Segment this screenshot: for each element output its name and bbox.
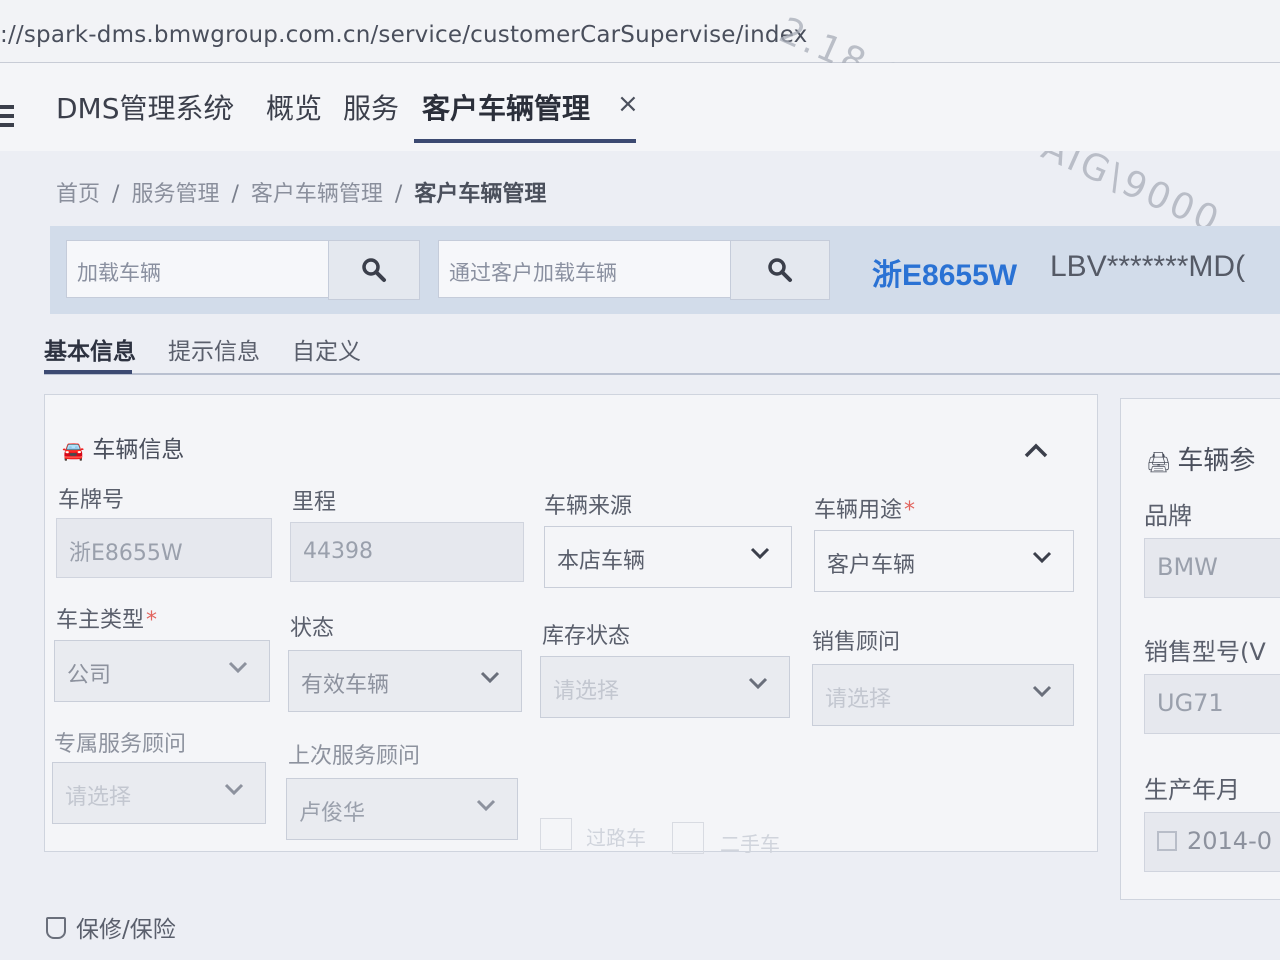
chevron-down-icon: [1032, 551, 1052, 564]
nav-service[interactable]: 服务: [343, 87, 399, 127]
usage-label: 车辆用途*: [814, 492, 915, 524]
shield-icon: [46, 917, 66, 939]
model-label: 销售型号(V: [1144, 638, 1266, 666]
breadcrumb-current: 客户车辆管理: [414, 182, 547, 207]
breadcrumb-service[interactable]: 服务管理: [131, 182, 219, 207]
source-select[interactable]: 本店车辆: [544, 526, 792, 588]
current-plate-link[interactable]: 浙E8655W: [872, 250, 1017, 294]
required-mark: *: [904, 498, 916, 523]
owner-type-value: 公司: [67, 663, 112, 688]
plate-field: 浙E8655W: [56, 518, 272, 578]
car-icon: 🖨: [1146, 450, 1172, 474]
sales-advisor-label: 销售顾问: [812, 630, 901, 655]
browser-address-bar[interactable]: ://spark-dms.bmwgroup.com.cn/service/cus…: [0, 0, 1280, 63]
tab-divider: [44, 373, 1280, 375]
customer-search-placeholder: 通过客户加载车辆: [449, 261, 617, 285]
owner-type-select[interactable]: 公司: [54, 640, 270, 702]
breadcrumb-home[interactable]: 首页: [56, 182, 100, 207]
breadcrumb: 首页 / 服务管理 / 客户车辆管理 / 客户车辆管理: [56, 182, 547, 207]
last-advisor-select[interactable]: 卢俊华: [286, 778, 518, 840]
vehicle-search-input[interactable]: 加载车辆: [66, 240, 330, 298]
date-label: 生产年月: [1144, 776, 1240, 804]
required-mark: *: [146, 608, 158, 633]
model-value: UG71: [1157, 689, 1224, 717]
chevron-up-icon[interactable]: [1022, 440, 1050, 460]
tab-tips-info[interactable]: 提示信息: [168, 332, 260, 366]
chevron-down-icon: [224, 783, 244, 796]
top-navigation: DMS管理系统 › 概览 服务 客户车辆管理 ×: [0, 63, 1280, 151]
date-value: 2014-0: [1187, 827, 1273, 855]
model-field: UG71: [1144, 674, 1280, 734]
brand-label: 品牌: [1144, 502, 1192, 530]
chevron-down-icon: [228, 661, 248, 674]
menu-icon[interactable]: [0, 105, 14, 132]
chevron-down-icon: [476, 799, 496, 812]
exclusive-advisor-placeholder: 请选择: [65, 785, 132, 810]
vehicle-params-title-text: 车辆参: [1177, 446, 1256, 476]
stock-label: 库存状态: [542, 624, 631, 649]
vehicle-search-placeholder: 加载车辆: [77, 261, 161, 285]
usage-select[interactable]: 客户车辆: [814, 530, 1074, 592]
url-text[interactable]: ://spark-dms.bmwgroup.com.cn/service/cus…: [0, 22, 807, 48]
plate-label: 车牌号: [58, 488, 125, 513]
status-value: 有效车辆: [301, 673, 390, 698]
owner-type-label: 车主类型*: [56, 602, 157, 634]
brand-field: BMW: [1144, 538, 1280, 598]
chevron-down-icon: [748, 677, 768, 690]
last-advisor-value: 卢俊华: [299, 801, 366, 826]
transit-label: 过路车: [586, 826, 646, 850]
date-field[interactable]: 2014-0: [1144, 812, 1280, 872]
mileage-field: 44398: [290, 522, 524, 582]
nav-system[interactable]: DMS管理系统: [56, 87, 232, 127]
transit-checkbox[interactable]: [540, 818, 572, 850]
source-value: 本店车辆: [557, 549, 646, 574]
vehicle-search-button[interactable]: [328, 240, 420, 300]
last-advisor-label: 上次服务顾问: [288, 744, 421, 769]
sales-advisor-placeholder: 请选择: [825, 687, 892, 712]
source-label: 车辆来源: [544, 494, 633, 519]
usage-value: 客户车辆: [827, 553, 916, 578]
plate-value: 浙E8655W: [69, 541, 183, 566]
tab-basic-info[interactable]: 基本信息: [44, 332, 136, 366]
status-select[interactable]: 有效车辆: [288, 650, 522, 712]
calendar-icon: [1157, 831, 1177, 851]
close-icon[interactable]: ×: [617, 89, 639, 119]
stock-placeholder: 请选择: [553, 679, 620, 704]
vehicle-info-title-text: 车辆信息: [92, 437, 185, 463]
stock-select[interactable]: 请选择: [540, 656, 790, 718]
active-tab-underline: [44, 370, 132, 374]
warranty-section-title[interactable]: 保修/保险: [46, 910, 176, 944]
chevron-down-icon: [1032, 685, 1052, 698]
mileage-value: 44398: [303, 539, 373, 564]
search-band: 加载车辆 通过客户加载车辆 浙E8655W LBV*******MD(: [50, 226, 1280, 314]
chevron-right-icon: ›: [226, 93, 235, 118]
nav-overview[interactable]: 概览: [266, 87, 322, 127]
second-label: 二手车: [720, 832, 780, 856]
car-icon: 🚘: [62, 441, 85, 462]
exclusive-advisor-label: 专属服务顾问: [54, 732, 187, 757]
vehicle-info-title: 🚘 车辆信息: [62, 430, 184, 464]
warranty-title-text: 保修/保险: [76, 917, 176, 943]
tab-customer-vehicle[interactable]: 客户车辆管理: [422, 87, 590, 127]
current-vin: LBV*******MD(: [1050, 250, 1246, 283]
usage-label-text: 车辆用途: [814, 498, 903, 523]
brand-value: BMW: [1157, 553, 1218, 581]
tab-custom[interactable]: 自定义: [292, 332, 361, 366]
vehicle-params-title: 🖨 车辆参: [1146, 440, 1255, 477]
search-icon: [768, 258, 792, 282]
owner-type-label-text: 车主类型: [56, 608, 145, 633]
search-icon: [362, 258, 386, 282]
active-tab-indicator: [414, 139, 636, 143]
mileage-label: 里程: [292, 490, 337, 515]
sales-advisor-select[interactable]: 请选择: [812, 664, 1074, 726]
chevron-down-icon: [750, 547, 770, 560]
status-label: 状态: [290, 616, 335, 641]
breadcrumb-customer-vehicle[interactable]: 客户车辆管理: [251, 182, 383, 207]
second-checkbox[interactable]: [672, 822, 704, 854]
chevron-down-icon: [480, 671, 500, 684]
exclusive-advisor-select[interactable]: 请选择: [52, 762, 266, 824]
customer-search-input[interactable]: 通过客户加载车辆: [438, 240, 732, 298]
customer-search-button[interactable]: [730, 240, 830, 300]
